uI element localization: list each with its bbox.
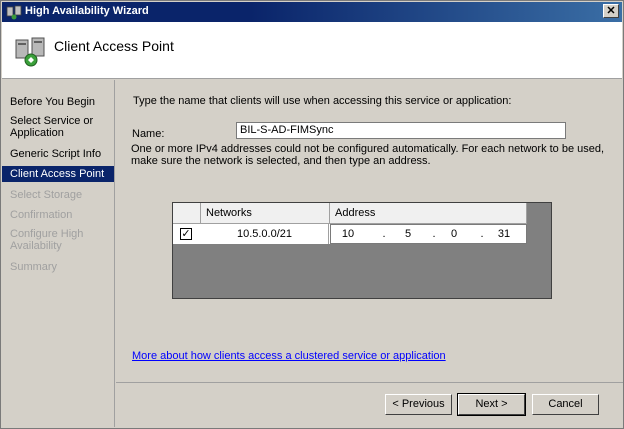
wizard-header: Client Access Point <box>2 22 622 79</box>
instruction-text: Type the name that clients will use when… <box>133 95 512 107</box>
close-button[interactable]: ✕ <box>603 4 619 18</box>
address-dot: . <box>480 228 484 240</box>
page-title: Client Access Point <box>54 38 174 54</box>
sidebar-item-before-you-begin[interactable]: Before You Begin <box>2 96 114 108</box>
address-dot: . <box>382 228 386 240</box>
address-column-header: Address <box>330 203 527 224</box>
networks-column-header: Networks <box>201 203 330 224</box>
button-bar: < Previous Next > Cancel <box>116 382 623 427</box>
address-input[interactable]: 10 . 5 . 0 . 31 <box>330 224 527 244</box>
network-cell: 10.5.0.0/21 <box>201 224 329 244</box>
address-octet-1[interactable]: 10 <box>333 228 363 240</box>
address-octet-3[interactable]: 0 <box>439 228 469 240</box>
checkbox-column-header <box>173 203 201 224</box>
wizard-steps-sidebar: Before You Begin Select Service or Appli… <box>2 80 115 427</box>
name-label: Name: <box>132 128 165 140</box>
address-octet-4[interactable]: 31 <box>489 228 519 240</box>
cancel-button[interactable]: Cancel <box>532 394 599 415</box>
sidebar-item-summary: Summary <box>10 261 58 273</box>
window-title: High Availability Wizard <box>25 5 149 17</box>
name-input[interactable]: BIL-S-AD-FIMSync <box>236 122 566 139</box>
sidebar-item-client-access-point[interactable]: Client Access Point <box>2 166 114 182</box>
previous-button[interactable]: < Previous <box>385 394 452 415</box>
title-bar[interactable]: High Availability Wizard ✕ <box>2 2 622 22</box>
main-panel: Type the name that clients will use when… <box>116 80 623 382</box>
ipv4-warning-text: One or more IPv4 addresses could not be … <box>131 143 605 167</box>
address-dot: . <box>432 228 436 240</box>
sidebar-item-confirmation: Confirmation <box>10 209 73 221</box>
help-link[interactable]: More about how clients access a clustere… <box>132 350 446 362</box>
sidebar-item-generic-script-info[interactable]: Generic Script Info <box>2 148 114 160</box>
next-button[interactable]: Next > <box>457 393 526 416</box>
address-octet-2[interactable]: 5 <box>393 228 423 240</box>
network-checkbox[interactable]: ✓ <box>180 228 192 240</box>
sidebar-item-select-service[interactable]: Select Service or Application <box>2 115 114 139</box>
wizard-window: High Availability Wizard ✕ Client Access… <box>0 0 624 429</box>
client-access-point-icon <box>15 37 45 67</box>
sidebar-item-configure-high-availability: Configure High Availability <box>10 228 84 252</box>
table-row: ✓ 10.5.0.0/21 10 . 5 . 0 . 31 <box>173 224 527 244</box>
network-address-grid: Networks Address ✓ 10.5.0.0/21 10 . 5 . … <box>172 202 552 299</box>
cluster-icon <box>6 5 22 20</box>
sidebar-item-select-storage: Select Storage <box>10 189 83 201</box>
